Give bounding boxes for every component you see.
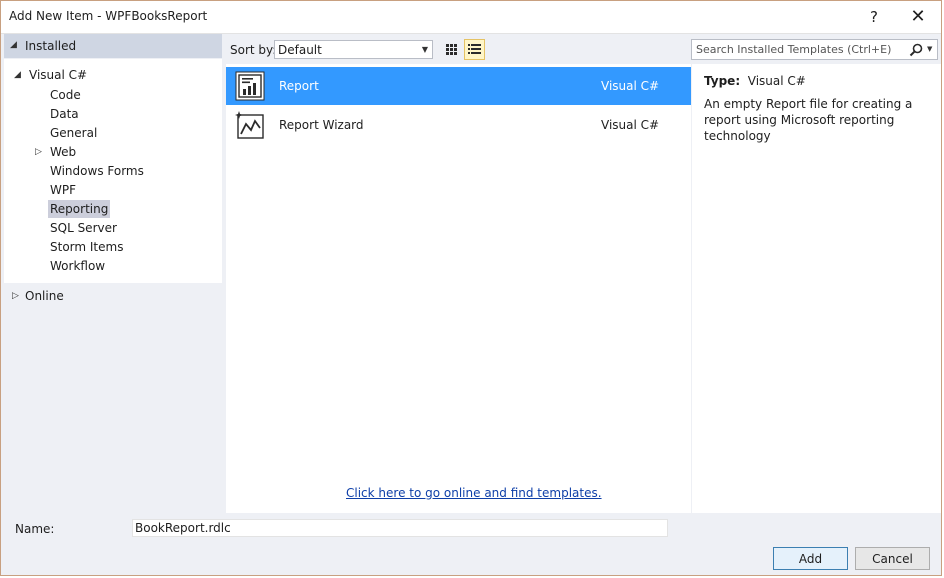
details-type: Type: Visual C# bbox=[704, 74, 806, 88]
tree-node-visual-csharp-label: Visual C# bbox=[29, 68, 88, 82]
expanded-arrow-icon[interactable]: ◢ bbox=[10, 40, 17, 50]
tree-installed-children: ◢ Visual C# Code Data General ▷ Web Wind… bbox=[4, 59, 222, 283]
tree-item-workflow[interactable]: Workflow bbox=[48, 257, 107, 275]
tree-item-web[interactable]: Web bbox=[48, 143, 78, 161]
tree-item-label: Web bbox=[50, 145, 77, 159]
medium-icons-view-button[interactable] bbox=[441, 39, 462, 60]
template-name: Report bbox=[279, 79, 319, 93]
tree-item-general[interactable]: General bbox=[48, 124, 99, 142]
close-icon[interactable]: ✕ bbox=[903, 5, 933, 29]
tree-item-code[interactable]: Code bbox=[48, 86, 83, 104]
template-details: Type: Visual C# An empty Report file for… bbox=[692, 64, 941, 513]
sort-by-label: Sort by: bbox=[230, 43, 277, 57]
details-description: An empty Report file for creating a repo… bbox=[704, 97, 913, 143]
category-tree: ◢ Installed ◢ Visual C# Code Data Genera… bbox=[4, 34, 222, 510]
report-wizard-icon bbox=[235, 111, 264, 139]
tree-item-label: Workflow bbox=[50, 259, 106, 273]
tree-item-windows-forms[interactable]: Windows Forms bbox=[48, 162, 146, 180]
search-templates-box[interactable]: ▼ bbox=[691, 39, 938, 60]
search-templates-input[interactable] bbox=[692, 40, 906, 59]
help-icon[interactable]: ? bbox=[859, 5, 889, 29]
tree-item-label: SQL Server bbox=[50, 221, 117, 235]
tree-node-online-label: Online bbox=[25, 289, 64, 303]
list-view-icon bbox=[468, 44, 481, 54]
cancel-button[interactable]: Cancel bbox=[855, 547, 930, 570]
tree-item-label: Data bbox=[50, 107, 79, 121]
template-name: Report Wizard bbox=[279, 118, 364, 132]
window-title: Add New Item - WPFBooksReport bbox=[9, 9, 208, 23]
expanded-arrow-icon[interactable]: ◢ bbox=[14, 70, 21, 80]
small-icons-view-button[interactable] bbox=[464, 39, 485, 60]
details-type-label: Type: bbox=[704, 74, 741, 88]
tree-item-data[interactable]: Data bbox=[48, 105, 81, 123]
template-item-report-wizard[interactable]: Report Wizard Visual C# bbox=[226, 106, 691, 144]
title-bar: Add New Item - WPFBooksReport ? ✕ bbox=[1, 1, 941, 34]
tree-item-label: WPF bbox=[50, 183, 77, 197]
tree-item-label: Code bbox=[50, 88, 81, 102]
template-item-report[interactable]: Report Visual C# bbox=[226, 67, 691, 105]
sort-by-value: Default bbox=[278, 43, 322, 57]
collapsed-arrow-icon[interactable]: ▷ bbox=[35, 147, 42, 157]
chevron-down-icon[interactable]: ▼ bbox=[927, 45, 932, 53]
tree-item-storm-items[interactable]: Storm Items bbox=[48, 238, 125, 256]
template-language: Visual C# bbox=[601, 118, 660, 132]
sort-by-select[interactable]: Default ▼ bbox=[274, 40, 433, 59]
search-icon[interactable] bbox=[908, 42, 924, 58]
name-input[interactable] bbox=[132, 519, 668, 537]
template-list: Report Visual C# Report Wizard Visual C#… bbox=[226, 64, 691, 513]
tree-item-label: General bbox=[50, 126, 98, 140]
tree-item-label: Storm Items bbox=[50, 240, 124, 254]
add-button[interactable]: Add bbox=[773, 547, 848, 570]
collapsed-arrow-icon[interactable]: ▷ bbox=[12, 291, 19, 301]
chevron-down-icon: ▼ bbox=[421, 45, 428, 54]
add-new-item-dialog: Add New Item - WPFBooksReport ? ✕ ◢ Inst… bbox=[0, 0, 942, 576]
tree-item-wpf[interactable]: WPF bbox=[48, 181, 78, 199]
template-language: Visual C# bbox=[601, 79, 660, 93]
tree-node-installed-label: Installed bbox=[25, 39, 77, 53]
grid-view-icon bbox=[446, 44, 457, 55]
tree-item-sql-server[interactable]: SQL Server bbox=[48, 219, 119, 237]
details-type-value: Visual C# bbox=[747, 74, 806, 88]
find-templates-online-link[interactable]: Click here to go online and find templat… bbox=[346, 486, 602, 500]
tree-node-installed[interactable]: ◢ Installed bbox=[4, 34, 222, 58]
tree-item-label: Reporting bbox=[50, 202, 109, 216]
tree-item-label: Windows Forms bbox=[50, 164, 144, 178]
report-icon bbox=[235, 71, 265, 101]
tree-item-reporting[interactable]: Reporting bbox=[48, 200, 111, 218]
name-label: Name: bbox=[15, 522, 55, 536]
toolbar: Sort by: Default ▼ Search Installed Temp… bbox=[223, 34, 941, 64]
